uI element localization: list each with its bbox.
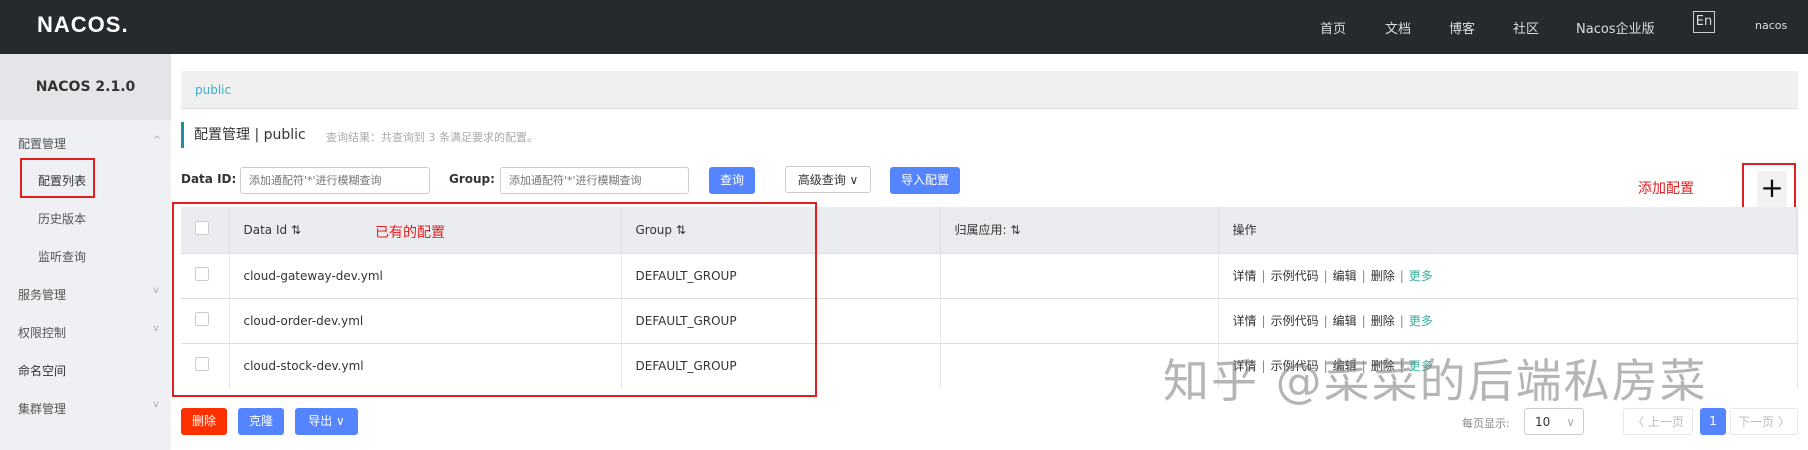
sidebar-item-history[interactable]: 历史版本 bbox=[38, 210, 86, 227]
sidebar-item-listener-query[interactable]: 监听查询 bbox=[38, 248, 86, 265]
dataid-input[interactable] bbox=[240, 167, 430, 194]
separator: | bbox=[1361, 314, 1366, 328]
add-config-button[interactable]: + bbox=[1757, 171, 1787, 207]
cell-operations: 详情 | 示例代码 | 编辑 | 删除 | 更多 bbox=[1218, 252, 1798, 298]
add-config-annotation: 添加配置 bbox=[1638, 181, 1694, 197]
advanced-query-dropdown[interactable]: 高级查询 ∨ bbox=[785, 166, 871, 193]
namespace-public-link[interactable]: public bbox=[195, 83, 231, 97]
page-1-button[interactable]: 1 bbox=[1700, 408, 1726, 435]
op-link[interactable]: 详情 bbox=[1233, 314, 1257, 328]
separator: | bbox=[1261, 314, 1266, 328]
column-header-app[interactable]: 归属应用: ⇅ bbox=[940, 207, 1219, 253]
chevron-down-icon: v bbox=[153, 323, 159, 334]
user-name[interactable]: nacos bbox=[1755, 19, 1787, 32]
op-link[interactable]: 详情 bbox=[1233, 269, 1257, 283]
nav-blog[interactable]: 博客 bbox=[1449, 18, 1475, 37]
op-link[interactable]: 更多 bbox=[1409, 314, 1433, 328]
cell-operations: 详情 | 示例代码 | 编辑 | 删除 | 更多 bbox=[1218, 297, 1798, 343]
prev-page-button[interactable]: 〈 上一页 bbox=[1623, 408, 1693, 435]
sidebar-item-cluster-management[interactable]: 集群管理 bbox=[18, 400, 66, 417]
language-toggle[interactable]: En bbox=[1693, 11, 1715, 33]
import-config-button[interactable]: 导入配置 bbox=[890, 167, 960, 194]
page-size-select[interactable]: 10 ∨ bbox=[1524, 408, 1584, 435]
op-link[interactable]: 删除 bbox=[1371, 314, 1395, 328]
chevron-down-icon: v bbox=[153, 285, 159, 296]
op-link[interactable]: 示例代码 bbox=[1271, 269, 1319, 283]
separator: | bbox=[1323, 269, 1328, 283]
separator: | bbox=[1261, 269, 1266, 283]
sidebar-item-access-control[interactable]: 权限控制 bbox=[18, 324, 66, 341]
nav-docs[interactable]: 文档 bbox=[1385, 18, 1411, 37]
next-page-button[interactable]: 下一页 〉 bbox=[1730, 408, 1798, 435]
namespace-breadcrumb: public bbox=[181, 71, 1798, 109]
watermark: 知乎 @菜菜的后端私房菜 bbox=[1163, 354, 1708, 408]
page-title: 配置管理 | public bbox=[181, 122, 306, 148]
sidebar-item-config-list[interactable]: 配置列表 bbox=[38, 172, 86, 189]
annotation-box-table bbox=[172, 202, 817, 397]
op-link[interactable]: 删除 bbox=[1371, 269, 1395, 283]
delete-button[interactable]: 删除 bbox=[181, 408, 227, 435]
nav-enterprise[interactable]: Nacos企业版 bbox=[1576, 18, 1655, 37]
page-size-label: 每页显示: bbox=[1462, 417, 1510, 430]
op-link[interactable]: 编辑 bbox=[1333, 269, 1357, 283]
clone-button[interactable]: 克隆 bbox=[238, 408, 284, 435]
cell-app bbox=[940, 252, 1219, 298]
separator: | bbox=[1323, 314, 1328, 328]
group-input[interactable] bbox=[500, 167, 689, 194]
page-size-value: 10 bbox=[1535, 415, 1551, 429]
sidebar-item-config-management[interactable]: 配置管理 bbox=[18, 135, 66, 152]
export-dropdown[interactable]: 导出 ∨ bbox=[295, 408, 358, 435]
chevron-down-icon: ∨ bbox=[1566, 415, 1575, 429]
query-result-text: 查询结果：共查询到 3 条满足要求的配置。 bbox=[326, 131, 538, 144]
chevron-up-icon: ^ bbox=[153, 135, 162, 146]
nacos-logo[interactable]: NACOS. bbox=[37, 12, 129, 38]
nav-community[interactable]: 社区 bbox=[1513, 18, 1539, 37]
sidebar-item-namespace[interactable]: 命名空间 bbox=[18, 362, 66, 379]
op-link[interactable]: 更多 bbox=[1409, 269, 1433, 283]
dataid-label: Data ID: bbox=[181, 172, 237, 186]
column-header-operations: 操作 bbox=[1218, 207, 1798, 253]
op-link[interactable]: 编辑 bbox=[1333, 314, 1357, 328]
separator: | bbox=[1361, 269, 1366, 283]
chevron-down-icon: v bbox=[153, 399, 159, 410]
op-link[interactable]: 示例代码 bbox=[1271, 314, 1319, 328]
separator: | bbox=[1399, 269, 1404, 283]
group-label: Group: bbox=[449, 172, 495, 186]
version-label: NACOS 2.1.0 bbox=[0, 54, 171, 120]
cell-app bbox=[940, 297, 1219, 343]
query-button[interactable]: 查询 bbox=[709, 167, 755, 194]
nav-home[interactable]: 首页 bbox=[1320, 18, 1346, 37]
plus-icon: + bbox=[1760, 171, 1784, 204]
separator: | bbox=[1399, 314, 1404, 328]
sidebar-item-service-management[interactable]: 服务管理 bbox=[18, 286, 66, 303]
